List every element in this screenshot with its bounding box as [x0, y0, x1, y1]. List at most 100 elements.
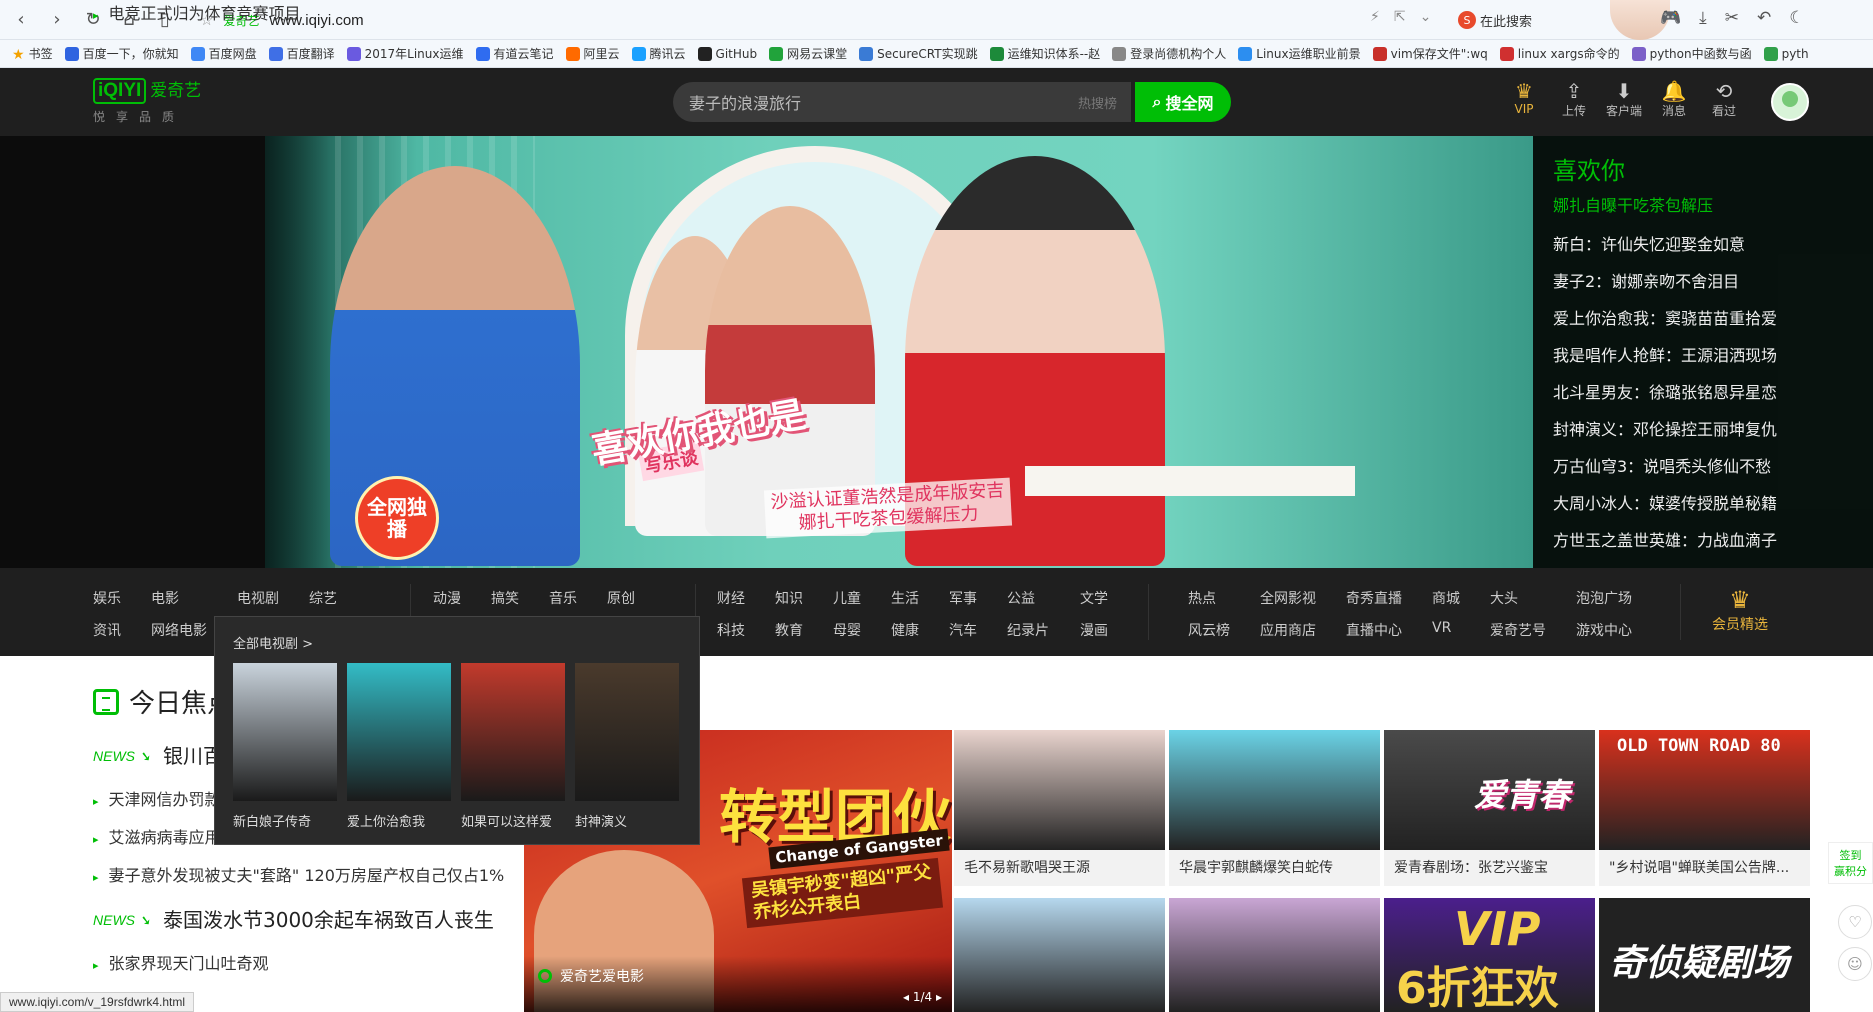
poster-image[interactable] [233, 663, 337, 801]
category-link[interactable]: 应用商店 [1260, 620, 1316, 640]
video-thumbnail[interactable]: 奇侦疑剧场 [1599, 898, 1810, 1012]
playlist-item[interactable]: 妻子2：谢娜亲吻不舍泪目 [1553, 263, 1873, 300]
thumbnail-image[interactable]: VIP 6折狂欢 [1384, 898, 1595, 1012]
bookmark-item[interactable]: Linux运维职业前景 [1238, 45, 1361, 62]
category-link[interactable]: 文学 [1080, 588, 1108, 608]
address-bar[interactable]: ☆ 爱奇艺 www.iqiyi.com [200, 7, 1450, 33]
next-arrow-icon[interactable]: ▸ [936, 990, 942, 1004]
category-link[interactable]: 全网影视 [1260, 588, 1316, 608]
prev-arrow-icon[interactable]: ◂ [903, 990, 909, 1004]
category-link[interactable]: 健康 [891, 620, 919, 640]
category-link[interactable]: 泡泡广场 [1576, 588, 1632, 608]
video-thumbnail[interactable]: 华晨宇郭麒麟爆笑白蛇传 [1169, 730, 1380, 886]
news-headline-2[interactable]: NEWS ➘ 泰国泼水节3000余起车祸致百人丧生 [93, 908, 494, 932]
category-link[interactable]: 热点 [1188, 588, 1216, 608]
lightning-icon[interactable]: ⚡ [1370, 9, 1380, 25]
iqiyi-logo[interactable]: iQIYI 爱奇艺 悦享品质 [93, 78, 201, 125]
thumbnail-caption[interactable]: "乡村说唱"蝉联美国公告牌... [1599, 850, 1810, 886]
game-icon[interactable]: 🎮 [1660, 8, 1681, 28]
category-link[interactable]: 科技 [717, 620, 745, 640]
scissors-icon[interactable]: ✂ [1725, 8, 1739, 28]
bookmark-item[interactable]: GitHub [697, 46, 757, 61]
video-thumbnail[interactable]: 爱青春 爱青春剧场：张艺兴鉴宝 [1384, 730, 1595, 886]
playlist-item[interactable]: 万古仙穹3：说唱秃头修仙不愁 [1553, 448, 1873, 485]
tv-dropdown-item[interactable]: 封神演义 [575, 663, 679, 830]
bookmarks-folder[interactable]: ★ 书签 [12, 45, 53, 63]
night-mode-icon[interactable]: ☾ [1789, 8, 1804, 28]
header-crown-button[interactable]: ♛ VIP [1500, 80, 1548, 119]
playlist-subtitle[interactable]: 娜扎自曝干吃茶包解压 [1553, 192, 1873, 216]
category-link[interactable]: 汽车 [949, 620, 977, 640]
category-link[interactable]: VR [1432, 620, 1451, 636]
thumbnail-image[interactable]: 奇侦疑剧场 [1599, 898, 1810, 1012]
bookmark-item[interactable]: SecureCRT实现跳 [859, 45, 978, 62]
category-link[interactable]: 知识 [775, 588, 803, 608]
category-link[interactable]: 儿童 [833, 588, 861, 608]
news-item[interactable]: 妻子意外发现被丈夫"套路" 120万房屋产权自己仅占1% [93, 862, 505, 886]
tv-dropdown-item[interactable]: 爱上你治愈我 [347, 663, 451, 830]
category-link[interactable]: 原创 [607, 588, 635, 608]
playlist-item[interactable]: 北斗星男友：徐璐张铭恩异星恋 [1553, 374, 1873, 411]
category-link[interactable]: 电视剧 [237, 588, 279, 608]
category-link[interactable]: 商城 [1432, 588, 1460, 608]
thumbnail-image[interactable] [1169, 730, 1380, 850]
signin-button[interactable]: 签到 赢积分 [1828, 842, 1873, 884]
playlist-item[interactable]: 方世玉之盖世英雄：力战血滴子 [1553, 522, 1873, 559]
bookmark-item[interactable]: 2017年Linux运维 [346, 45, 464, 62]
tv-dropdown-item[interactable]: 如果可以这样爱 [461, 663, 565, 830]
feature-channel[interactable]: 爱奇艺爱电影 [538, 966, 644, 986]
category-link[interactable]: 风云榜 [1188, 620, 1230, 640]
news-headline-1[interactable]: NEWS ➘ 银川百 [93, 744, 223, 768]
video-thumbnail[interactable]: OLD TOWN ROAD 80 "乡村说唱"蝉联美国公告牌... [1599, 730, 1810, 886]
bookmark-item[interactable]: 百度一下，你就知 [64, 45, 179, 62]
category-link[interactable]: 直播中心 [1346, 620, 1402, 640]
thumbnail-image[interactable] [954, 730, 1165, 850]
bookmark-item[interactable]: 运维知识体系--赵 [989, 45, 1100, 62]
header-upload-button[interactable]: ⇪ 上传 [1550, 80, 1598, 119]
bookmark-item[interactable]: 阿里云 [565, 45, 620, 62]
bookmark-item[interactable]: python中函数与函 [1631, 45, 1752, 62]
undo-icon[interactable]: ↶ [1757, 8, 1771, 28]
news-item[interactable]: 艾滋病病毒应用 [93, 824, 221, 848]
thumbnail-image[interactable]: 爱青春 [1384, 730, 1595, 850]
forward-icon[interactable]: › [42, 5, 72, 35]
poster-image[interactable] [347, 663, 451, 801]
header-client-button[interactable]: ⬇ 客户端 [1600, 80, 1648, 119]
bookmark-item[interactable]: 百度网盘 [190, 45, 257, 62]
category-link[interactable]: 教育 [775, 620, 803, 640]
hot-search-link[interactable]: 热搜榜 [1078, 93, 1117, 112]
category-link[interactable]: 生活 [891, 588, 919, 608]
category-link[interactable]: 综艺 [309, 588, 337, 608]
thumbnail-caption[interactable]: 爱青春剧场：张艺兴鉴宝 [1384, 850, 1595, 886]
category-link[interactable]: 财经 [717, 588, 745, 608]
poster-title[interactable]: 封神演义 [575, 811, 679, 830]
playlist-item[interactable]: 封神演义：邓伦操控王丽坤复仇 [1553, 411, 1873, 448]
category-link[interactable]: 纪录片 [1007, 620, 1049, 640]
back-icon[interactable]: ‹ [6, 5, 36, 35]
thumbnail-image[interactable] [954, 898, 1165, 1012]
thumbnail-caption[interactable]: 毛不易新歌唱哭王源 [954, 850, 1165, 886]
news-item[interactable]: 张家界现天门山吐奇观 [93, 950, 269, 974]
poster-image[interactable] [575, 663, 679, 801]
bookmark-item[interactable]: 登录尚德机构个人 [1112, 45, 1226, 62]
bookmark-item[interactable]: 腾讯云 [631, 45, 686, 62]
thumbnail-image[interactable] [1169, 898, 1380, 1012]
hero-image[interactable]: 全网独播 写乐谈 喜欢你我也是 沙溢认证董浩然是成年版安吉 娜扎干吃茶包缓解压力 [265, 136, 1533, 568]
category-link[interactable]: 大头 [1490, 588, 1518, 608]
gift-icon[interactable]: ♡ [1838, 905, 1872, 939]
search-all-button[interactable]: ⌕ 搜全网 [1135, 82, 1231, 122]
bookmark-item[interactable]: pyth [1763, 46, 1809, 61]
category-link[interactable]: 漫画 [1080, 620, 1108, 640]
headline-text[interactable]: 泰国泼水节3000余起车祸致百人丧生 [163, 904, 494, 933]
category-link[interactable]: 网络电影 [151, 620, 207, 640]
poster-image[interactable] [461, 663, 565, 801]
poster-title[interactable]: 新白娘子传奇 [233, 811, 337, 830]
category-link[interactable]: 音乐 [549, 588, 577, 608]
bookmark-item[interactable]: vim保存文件":wq [1372, 45, 1488, 62]
category-link[interactable]: 游戏中心 [1576, 620, 1632, 640]
playlist-item[interactable]: 新白：许仙失忆迎娶金如意 [1553, 226, 1873, 263]
poster-title[interactable]: 爱上你治愈我 [347, 811, 451, 830]
site-search-input[interactable]: 妻子的浪漫旅行 热搜榜 [673, 82, 1131, 122]
news-item[interactable]: 电竞正式归为体育竞赛项目 [93, 0, 301, 24]
bookmark-item[interactable]: 有道云笔记 [475, 45, 554, 62]
